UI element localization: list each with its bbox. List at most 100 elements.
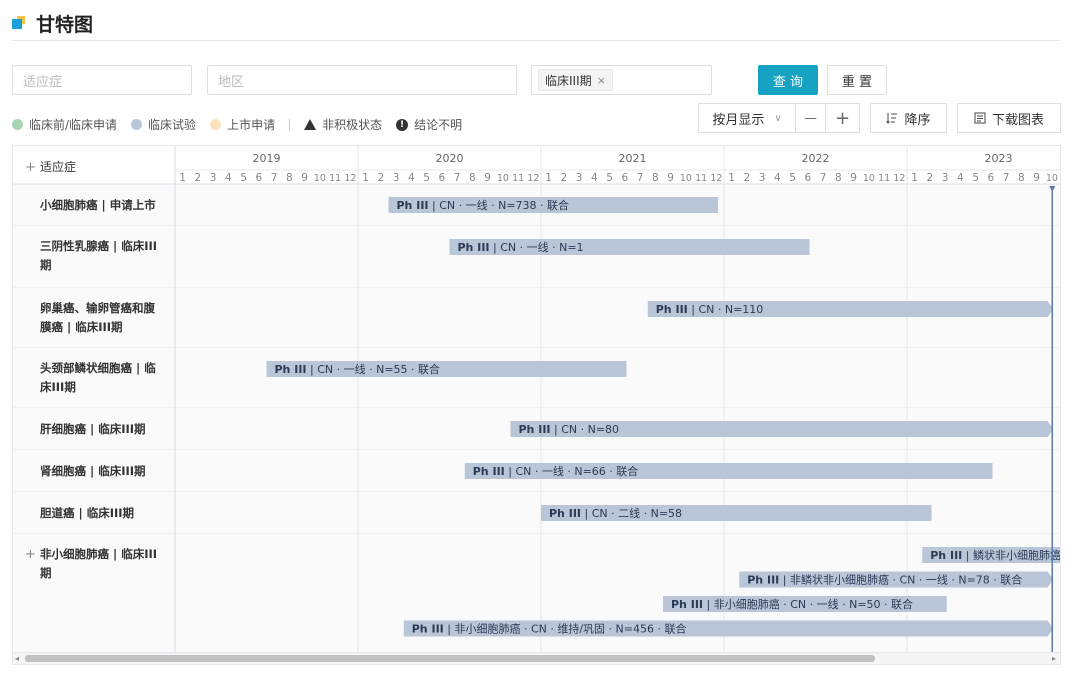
view-mode-label: 按月显示 — [712, 112, 765, 128]
month-label: 5 — [789, 172, 796, 184]
header-label: 适应症 — [40, 159, 76, 174]
year-label: 2020 — [436, 152, 464, 165]
month-label: 4 — [774, 172, 781, 184]
legend-item-inactive: 非积极状态 — [304, 116, 382, 133]
legend-dot-icon — [12, 119, 23, 130]
month-label: 6 — [256, 172, 263, 184]
download-label: 下载图表 — [991, 112, 1044, 128]
month-label: 9 — [301, 172, 308, 184]
month-label: 11 — [512, 173, 524, 184]
month-label: 10 — [314, 173, 326, 184]
bar-label: Ph III | CN · 一线 · N=1 — [458, 240, 584, 254]
zoom-out-button[interactable]: — — [796, 103, 826, 133]
month-label: 2 — [927, 172, 934, 184]
bar-label: Ph III | 鳞状非小细胞肺癌 — [930, 548, 1061, 562]
phase-filter-select[interactable]: 临床III期 × — [531, 65, 712, 95]
view-mode-select[interactable]: 按月显示 ∨ — [698, 103, 796, 133]
row-background — [13, 348, 1060, 408]
scroll-right-icon[interactable]: ▸ — [1052, 653, 1056, 664]
zoom-in-button[interactable]: + — [826, 103, 860, 133]
title-bar: 甘特图 — [12, 8, 93, 38]
month-label: 10 — [1046, 173, 1058, 184]
download-icon — [974, 112, 986, 124]
bar-label: Ph III | CN · N=80 — [519, 423, 620, 436]
scrollbar-thumb[interactable] — [25, 655, 875, 662]
legend-label: 结论不明 — [414, 118, 463, 132]
month-label: 3 — [393, 172, 400, 184]
month-label: 8 — [1018, 172, 1025, 184]
row-label: 胆道癌 | 临床III期 — [40, 506, 134, 520]
month-label: 12 — [344, 173, 356, 184]
month-label: 6 — [622, 172, 629, 184]
month-label: 11 — [695, 173, 707, 184]
row-label: 卵巢癌、输卵管癌和腹 — [40, 301, 155, 315]
month-label: 2 — [744, 172, 751, 184]
legend-dot-icon — [131, 119, 143, 130]
legend-label: 临床试验 — [148, 118, 197, 132]
row-label: 床III期 — [40, 380, 76, 394]
sort-button[interactable]: 降序 — [870, 103, 947, 133]
phase-tag: 临床III期 × — [538, 69, 613, 91]
expand-all-icon: + — [25, 160, 36, 175]
row-label: 肝细胞癌 | 临床III期 — [40, 422, 146, 436]
triangle-icon — [304, 119, 317, 130]
legend-item-unclear: ! 结论不明 — [396, 116, 462, 133]
month-label: 3 — [942, 172, 949, 184]
month-label: 11 — [329, 173, 341, 184]
reset-button[interactable]: 重 置 — [827, 65, 887, 95]
bar-label: Ph III | 非小细胞肺癌 · CN · 一线 · N=50 · 联合 — [671, 597, 913, 611]
month-label: 6 — [805, 172, 812, 184]
month-label: 7 — [820, 172, 827, 184]
month-label: 4 — [225, 172, 232, 184]
app-logo-icon — [12, 16, 26, 30]
row-label: 三阴性乳腺癌 | 临床III — [40, 239, 157, 253]
month-label: 7 — [637, 172, 644, 184]
indication-filter-input[interactable]: 适应症 — [12, 65, 192, 95]
month-label: 5 — [423, 172, 430, 184]
legend-item-preclinical: 临床前/临床申请 — [12, 116, 117, 133]
month-label: 10 — [680, 173, 692, 184]
legend-divider — [289, 118, 291, 131]
month-label: 1 — [362, 172, 369, 184]
query-button[interactable]: 查 询 — [758, 65, 818, 95]
expand-row-icon: + — [25, 547, 36, 562]
month-label: 3 — [576, 172, 583, 184]
chevron-down-icon: ∨ — [774, 112, 782, 124]
month-label: 8 — [469, 172, 476, 184]
page-title: 甘特图 — [36, 13, 94, 36]
month-label: 8 — [286, 172, 293, 184]
year-label: 2022 — [802, 152, 830, 165]
tag-close-icon[interactable]: × — [597, 74, 606, 87]
month-label: 4 — [408, 172, 415, 184]
legend-label: 上市申请 — [227, 118, 276, 132]
month-label: 9 — [850, 172, 857, 184]
month-label: 5 — [240, 172, 247, 184]
row-label: 期 — [40, 258, 52, 272]
month-label: 1 — [545, 172, 552, 184]
legend: 临床前/临床申请 临床试验 上市申请 非积极状态 ! 结论不明 — [12, 116, 476, 133]
row-background — [13, 226, 1060, 288]
month-label: 10 — [863, 173, 875, 184]
region-filter-input[interactable]: 地区 — [207, 65, 517, 95]
month-label: 9 — [1033, 172, 1040, 184]
row-label: 非小细胞肺癌 | 临床III — [40, 547, 157, 561]
sort-label: 降序 — [904, 112, 931, 128]
download-chart-button[interactable]: 下载图表 — [957, 103, 1061, 133]
bar-label: Ph III | CN · 二线 · N=58 — [549, 506, 682, 520]
month-label: 2 — [378, 172, 385, 184]
month-label: 5 — [606, 172, 613, 184]
horizontal-scrollbar[interactable]: ◂ ▸ — [12, 653, 1061, 665]
month-label: 9 — [667, 172, 674, 184]
month-label: 3 — [759, 172, 766, 184]
month-label: 2 — [195, 172, 202, 184]
month-label: 6 — [439, 172, 446, 184]
bar-label: Ph III | 非鳞状非小细胞肺癌 · CN · 一线 · N=78 · 联合 — [747, 573, 1022, 587]
month-label: 11 — [878, 173, 890, 184]
exclamation-icon: ! — [396, 118, 409, 131]
month-label: 10 — [497, 173, 509, 184]
legend-label: 临床前/临床申请 — [29, 118, 118, 132]
month-label: 7 — [271, 172, 278, 184]
year-label: 2019 — [253, 152, 281, 165]
scroll-left-icon[interactable]: ◂ — [15, 653, 19, 664]
month-label: 4 — [591, 172, 598, 184]
